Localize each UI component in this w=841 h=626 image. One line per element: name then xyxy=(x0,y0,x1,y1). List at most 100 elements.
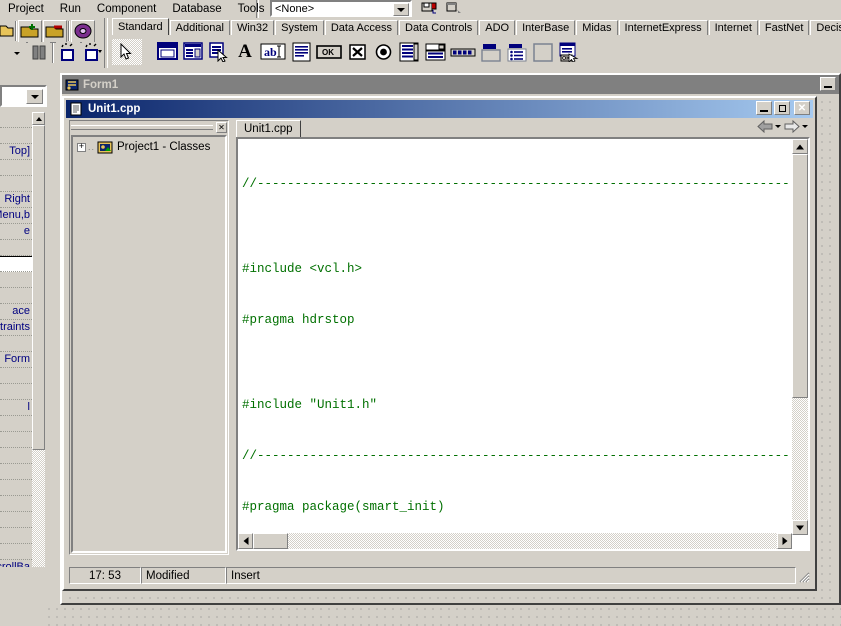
menu-item-component[interactable]: Component xyxy=(89,1,164,17)
scroll-right-button[interactable] xyxy=(777,533,792,549)
property-row-editing[interactable] xyxy=(0,256,32,272)
palette-tab-internetexpress[interactable]: InternetExpress xyxy=(618,20,708,35)
scroll-thumb[interactable] xyxy=(792,154,808,398)
editor-maximize-button[interactable] xyxy=(774,101,790,115)
new-unit-button[interactable] xyxy=(82,41,106,65)
palette-item-frames[interactable] xyxy=(154,39,180,65)
palette-tab-win32[interactable]: Win32 xyxy=(230,20,275,35)
palette-item-listbox[interactable] xyxy=(396,39,422,65)
property-row[interactable]: e xyxy=(0,224,32,240)
pause-button[interactable] xyxy=(28,41,50,65)
expand-icon[interactable]: + xyxy=(77,142,86,152)
back-dropdown-chevron-down-icon[interactable] xyxy=(775,124,781,128)
property-row[interactable] xyxy=(0,272,32,288)
editor-close-button[interactable]: ✕ xyxy=(794,101,810,115)
menu-item-tools[interactable]: Tools xyxy=(230,1,273,17)
scroll-down-button[interactable] xyxy=(792,520,808,535)
editor-vertical-scrollbar[interactable] xyxy=(792,139,808,535)
drag-grip[interactable] xyxy=(71,125,213,130)
property-row[interactable] xyxy=(0,432,32,448)
property-row[interactable]: ace xyxy=(0,304,32,320)
property-row[interactable] xyxy=(0,176,32,192)
palette-tab-ado[interactable]: ADO xyxy=(479,20,516,35)
palette-pointer-tool[interactable] xyxy=(112,39,142,65)
palette-tab-interbase[interactable]: InterBase xyxy=(516,20,576,35)
palette-item-edit[interactable]: ab xyxy=(258,39,288,65)
resize-grip[interactable] xyxy=(796,569,810,583)
object-inspector-combo[interactable] xyxy=(0,85,47,107)
palette-item-groupbox[interactable] xyxy=(478,39,504,65)
new-form-button[interactable] xyxy=(56,41,80,65)
palette-item-combobox[interactable] xyxy=(422,39,448,65)
menu-item-project[interactable]: Project xyxy=(0,1,52,17)
property-row[interactable] xyxy=(0,416,32,432)
property-row[interactable] xyxy=(0,240,32,256)
property-row[interactable] xyxy=(0,544,32,560)
property-row[interactable] xyxy=(0,528,32,544)
toggle-form-unit-button[interactable] xyxy=(444,0,468,18)
class-explorer-tree[interactable]: + .. Project1 - Classes xyxy=(71,135,227,553)
editor-horizontal-scrollbar[interactable] xyxy=(238,533,792,549)
palette-tab-midas[interactable]: Midas xyxy=(576,20,618,35)
palette-tab-standard[interactable]: Standard xyxy=(112,18,169,35)
form1-titlebar[interactable]: Form1 xyxy=(62,75,839,94)
palette-item-actionlist[interactable]: OK xyxy=(556,39,582,65)
scroll-left-button[interactable] xyxy=(238,533,253,549)
tree-node-project1-classes[interactable]: + .. Project1 - Classes xyxy=(73,137,225,154)
palette-item-button[interactable]: OK xyxy=(314,39,344,65)
property-row[interactable] xyxy=(0,480,32,496)
palette-tab-additional[interactable]: Additional xyxy=(169,20,230,35)
palette-item-radiobutton[interactable] xyxy=(370,39,396,65)
palette-tab-data-controls[interactable]: Data Controls xyxy=(399,20,479,35)
property-row[interactable] xyxy=(0,128,32,144)
save-all-button[interactable] xyxy=(420,0,444,18)
property-row[interactable] xyxy=(0,288,32,304)
menu-item-run[interactable]: Run xyxy=(52,1,89,17)
class-explorer-close-button[interactable]: ✕ xyxy=(216,122,227,133)
property-row[interactable]: l xyxy=(0,400,32,416)
code-text[interactable]: //--------------------------------------… xyxy=(242,142,790,531)
palette-item-label[interactable]: A xyxy=(232,39,258,65)
palette-item-panel[interactable] xyxy=(530,39,556,65)
property-row[interactable] xyxy=(0,336,32,352)
scroll-track[interactable] xyxy=(32,125,45,567)
property-row[interactable]: straints xyxy=(0,320,32,336)
property-row[interactable] xyxy=(0,496,32,512)
property-row[interactable] xyxy=(0,464,32,480)
palette-item-popupmenu[interactable] xyxy=(206,39,232,65)
property-row[interactable]: Right xyxy=(0,192,32,208)
class-explorer-panel[interactable]: ✕ + .. Project1 - Classes xyxy=(69,120,229,555)
editor-titlebar[interactable]: Unit1.cpp ✕ xyxy=(66,100,813,118)
form-selector-combo[interactable]: <None> xyxy=(270,0,412,17)
palette-tab-system[interactable]: System xyxy=(275,20,324,35)
property-row[interactable]: Top] xyxy=(0,144,32,160)
scroll-thumb[interactable] xyxy=(253,533,288,549)
navigate-forward-button[interactable] xyxy=(784,120,800,133)
scroll-up-button[interactable] xyxy=(32,112,45,125)
palette-item-checkbox[interactable] xyxy=(344,39,370,65)
property-row[interactable] xyxy=(0,512,32,528)
property-row[interactable] xyxy=(0,160,32,176)
palette-item-scrollbar[interactable] xyxy=(448,39,478,65)
property-row[interactable] xyxy=(0,384,32,400)
property-row[interactable] xyxy=(0,368,32,384)
palette-tab-data-access[interactable]: Data Access xyxy=(324,20,398,35)
navigate-back-button[interactable] xyxy=(757,120,773,133)
editor-window[interactable]: Unit1.cpp ✕ ✕ + .. Project1 - Classes Un… xyxy=(62,96,817,591)
palette-tab-fastnet[interactable]: FastNet xyxy=(758,20,810,35)
scroll-up-button[interactable] xyxy=(792,139,808,154)
palette-item-radiogroup[interactable] xyxy=(504,39,530,65)
code-tab-unit1-cpp[interactable]: Unit1.cpp xyxy=(236,120,301,137)
editor-minimize-button[interactable] xyxy=(756,101,772,115)
run-dropdown-button[interactable] xyxy=(10,41,26,65)
palette-tab-decision-cube[interactable]: Decision C xyxy=(810,20,841,35)
scroll-track[interactable] xyxy=(253,533,777,549)
object-inspector-scrollbar[interactable] xyxy=(32,112,45,567)
property-row[interactable]: Menu,b xyxy=(0,208,32,224)
palette-tab-internet[interactable]: Internet xyxy=(708,20,758,35)
palette-item-mainmenu[interactable] xyxy=(180,39,206,65)
scroll-thumb[interactable] xyxy=(32,125,45,450)
forward-dropdown-chevron-down-icon[interactable] xyxy=(802,124,808,128)
form-selector-dropdown-button[interactable] xyxy=(393,3,409,16)
scroll-track[interactable] xyxy=(792,154,808,520)
